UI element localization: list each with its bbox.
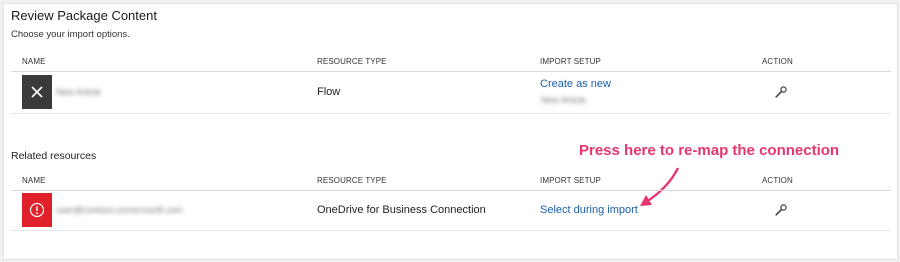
header-divider [11,190,891,191]
alert-icon [22,193,52,227]
annotation-arrow [640,167,680,206]
header-divider [11,71,891,72]
import-setup-detail: New Article [541,95,587,105]
wrench-icon[interactable] [774,85,788,99]
annotation-callout: Press here to re-map the connection [579,142,840,159]
column-header-resource-type: RESOURCE TYPE [317,57,387,66]
import-setup-link[interactable]: Create as new [540,78,611,90]
resource-type-cell: Flow [317,86,341,98]
select-during-import-link[interactable]: Select during import [540,204,638,216]
review-package-panel: Review Package Content Choose your impor… [3,3,898,260]
close-icon [22,75,52,109]
section-heading-related: Related resources [11,150,97,162]
row-divider [11,113,891,114]
wrench-icon[interactable] [774,203,788,217]
row-divider [11,230,891,231]
resource-name: New Article [56,87,102,97]
column-header-resource-type: RESOURCE TYPE [317,176,387,185]
page-title: Review Package Content [11,8,157,23]
column-header-name: NAME [22,57,46,66]
column-header-import-setup: IMPORT SETUP [540,176,601,185]
page-subtitle: Choose your import options. [11,29,130,40]
column-header-action: ACTION [762,57,793,66]
column-header-action: ACTION [762,176,793,185]
column-header-import-setup: IMPORT SETUP [540,57,601,66]
resource-type-cell: OneDrive for Business Connection [317,204,486,216]
resource-name: user@contoso.onmicrosoft.com [56,205,183,215]
column-header-name: NAME [22,176,46,185]
